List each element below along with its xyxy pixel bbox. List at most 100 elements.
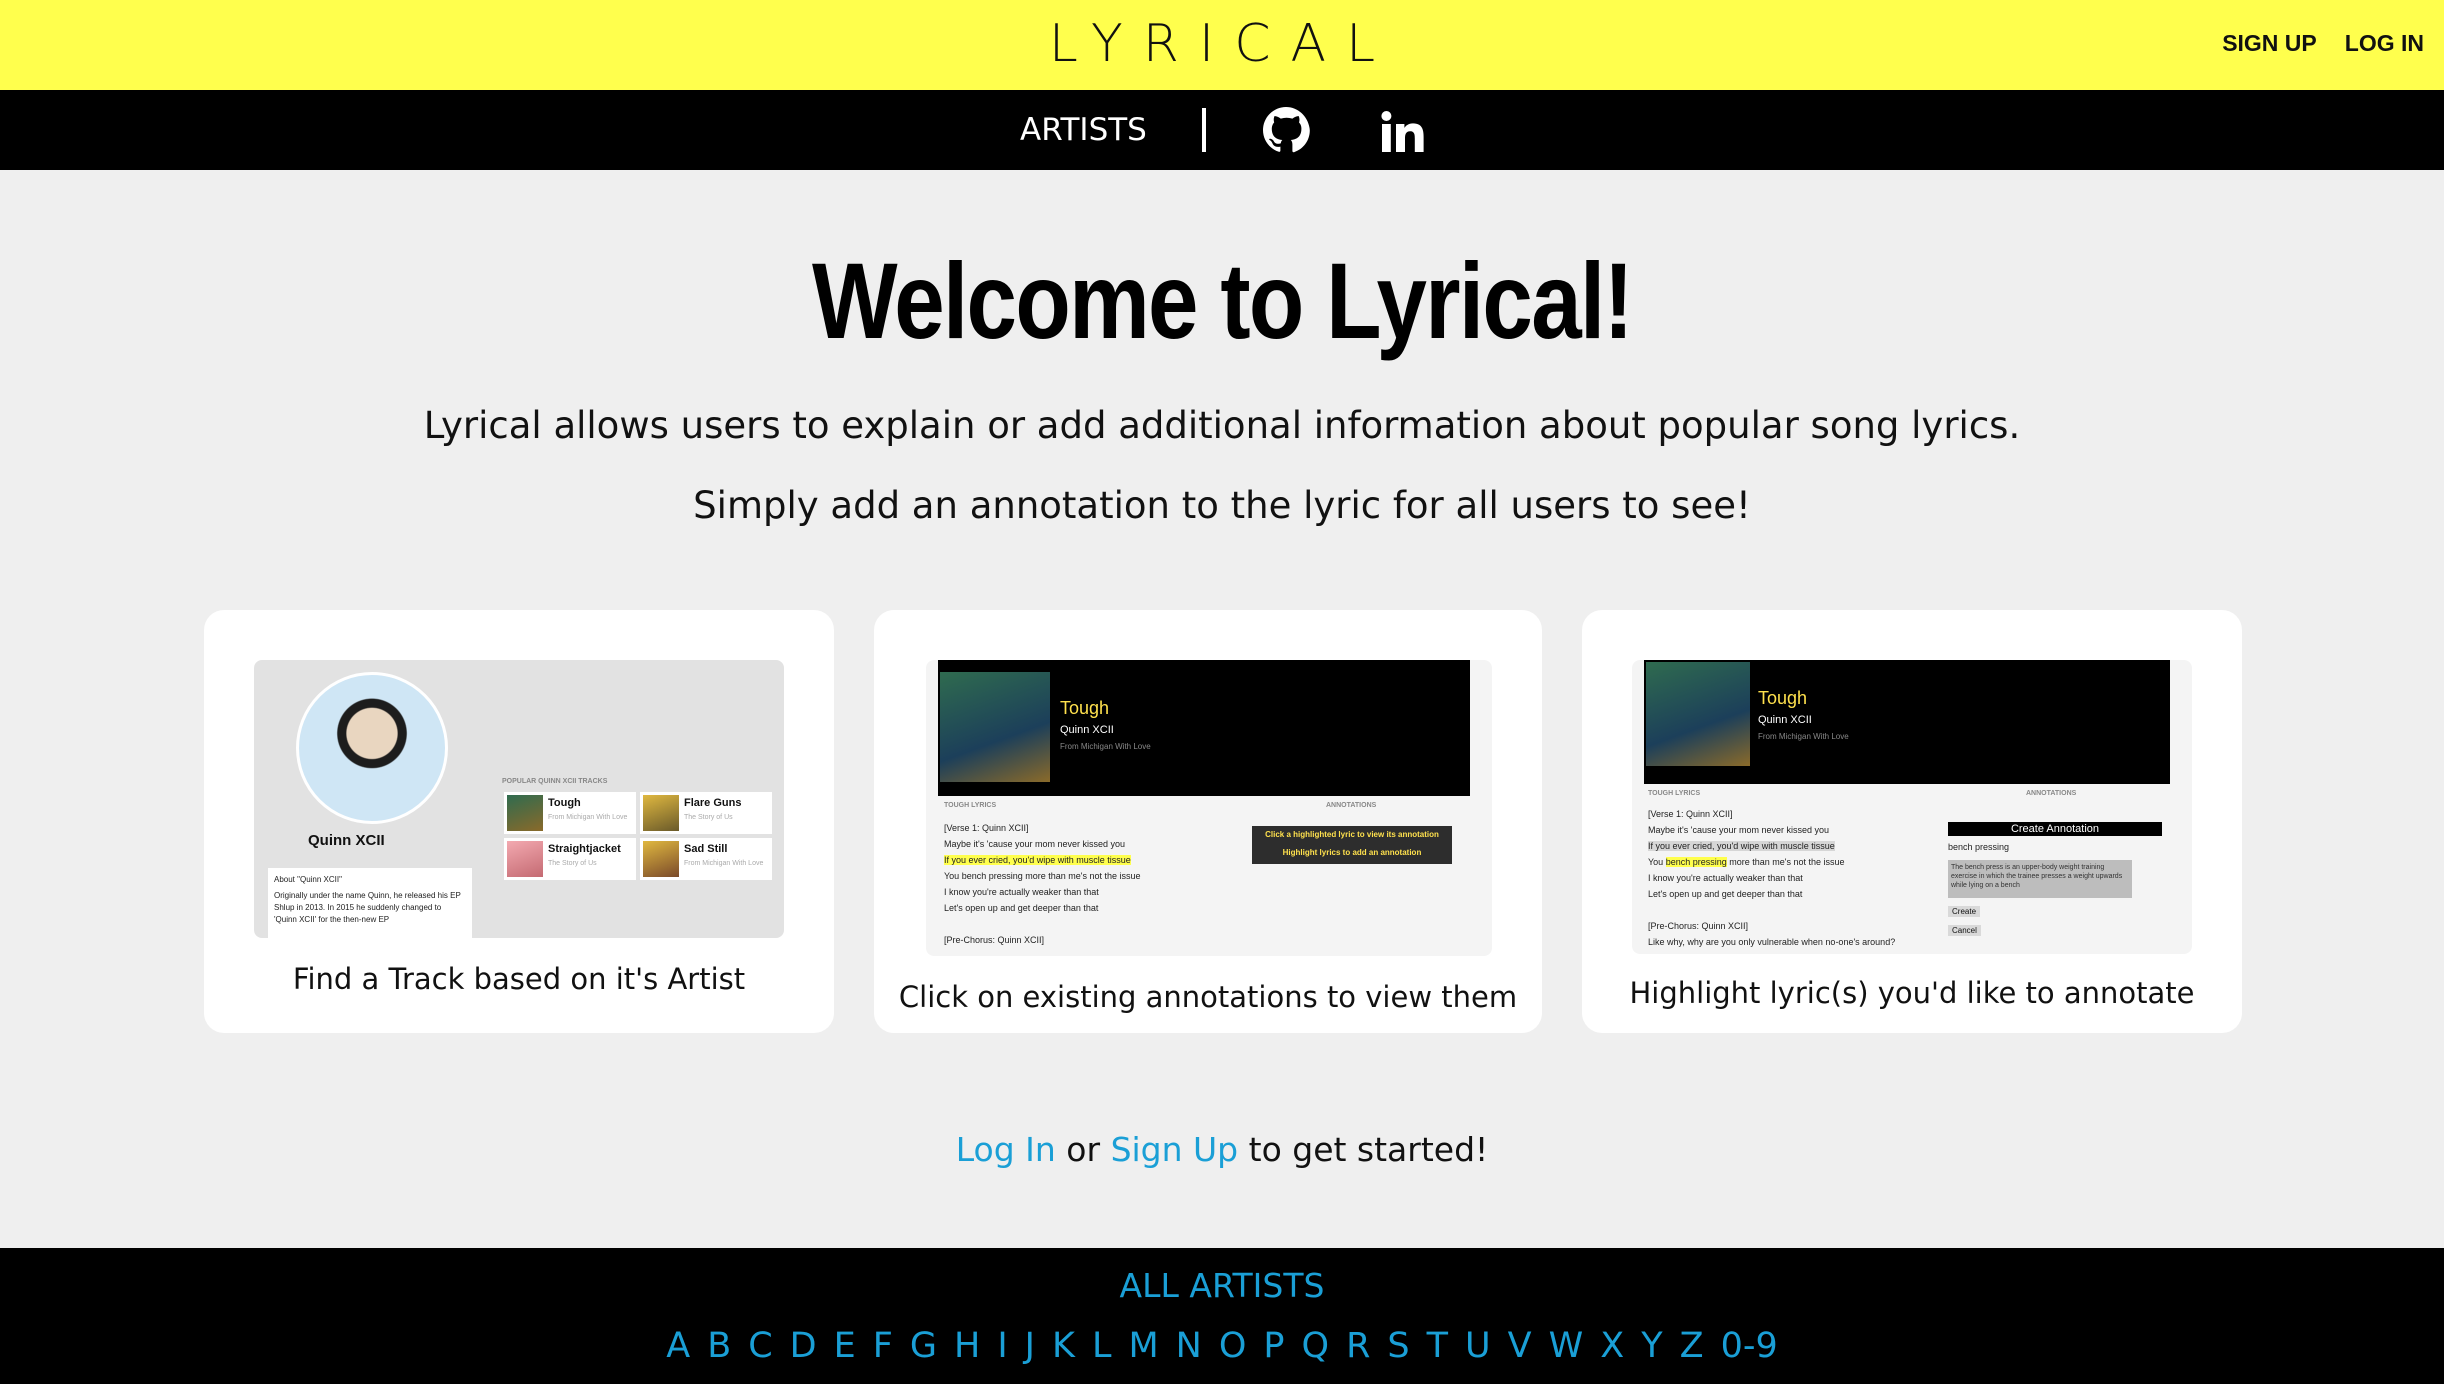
lyric-line: Maybe it's 'cause your mom never kissed … xyxy=(944,839,1126,849)
popular-tracks-label: POPULAR QUINN XCII TRACKS xyxy=(502,778,608,785)
lyric-line: [Verse 1: Quinn XCII] xyxy=(1648,809,1733,819)
letter-link-p[interactable]: P xyxy=(1263,1326,1284,1366)
letter-link-r[interactable]: R xyxy=(1346,1326,1370,1366)
lyric-line: Let's open up and get deeper than that xyxy=(1648,889,1803,899)
cancel-button[interactable]: Cancel xyxy=(1948,925,1981,936)
letter-link-d[interactable]: D xyxy=(790,1326,817,1366)
track-tile: Sad Still From Michigan With Love xyxy=(640,838,772,880)
annotation-hint-box: Click a highlighted lyric to view its an… xyxy=(1252,826,1452,864)
artist-avatar xyxy=(296,672,448,824)
all-artists-link[interactable]: ALL ARTISTS xyxy=(0,1266,2444,1305)
album-art xyxy=(507,841,543,877)
annotation-textarea[interactable]: The bench press is an upper-body weight … xyxy=(1948,860,2132,898)
feature-card-view-annotations: Tough Quinn XCII From Michigan With Love… xyxy=(874,610,1542,1033)
track-name: Sad Still xyxy=(684,843,728,855)
letter-link-j[interactable]: J xyxy=(1025,1326,1035,1366)
track-name: Straightjacket xyxy=(548,843,621,855)
track-tile: Tough From Michigan With Love xyxy=(504,792,636,834)
letter-link-v[interactable]: V xyxy=(1508,1326,1532,1366)
letter-link-s[interactable]: S xyxy=(1387,1326,1409,1366)
letter-link-b[interactable]: B xyxy=(707,1326,731,1366)
lyric-text: You xyxy=(1648,857,1666,867)
annotation-hint: Highlight lyrics to add an annotation xyxy=(1282,848,1422,857)
letter-link-q[interactable]: Q xyxy=(1302,1326,1330,1366)
artist-letter-index: A B C D E F G H I J K L M N O P Q R S T U V W X Y Z 0-9 xyxy=(0,1326,2444,1366)
letter-link-k[interactable]: K xyxy=(1052,1326,1075,1366)
letter-link-o[interactable]: O xyxy=(1219,1326,1247,1366)
album-art xyxy=(507,795,543,831)
lyrics-label: TOUGH LYRICS xyxy=(944,802,997,809)
lyric-line: [Pre-Chorus: Quinn XCII] xyxy=(944,935,1045,945)
feature-card-find-track: Quinn XCII About "Quinn XCII" Originally… xyxy=(204,610,834,1033)
selected-lyric[interactable]: bench pressing xyxy=(1665,857,1727,867)
lyric-line: I know you're actually weaker than that xyxy=(944,887,1099,897)
selected-lyric-text: bench pressing xyxy=(1948,842,2010,852)
nav-divider xyxy=(1202,108,1206,152)
sign-up-cta-link[interactable]: Sign Up xyxy=(1111,1130,1239,1169)
annotation-hint: Click a highlighted lyric to view its an… xyxy=(1265,830,1439,839)
lyrics-label: TOUGH LYRICS xyxy=(1648,790,1701,797)
track-name: Flare Guns xyxy=(684,797,742,809)
lyric-line: Maybe it's 'cause your mom never kissed … xyxy=(1648,825,1830,835)
letter-link-h[interactable]: H xyxy=(954,1326,980,1366)
annotations-label: ANNOTATIONS xyxy=(1326,802,1377,809)
lyric-line: You bench pressing more than me's not th… xyxy=(944,871,1141,881)
letter-link-y[interactable]: Y xyxy=(1641,1326,1662,1366)
linkedin-icon[interactable] xyxy=(1378,108,1426,156)
letter-link-i[interactable]: I xyxy=(997,1326,1007,1366)
track-name: Tough xyxy=(548,797,581,809)
letter-link-g[interactable]: G xyxy=(910,1326,937,1366)
letter-link-0-9[interactable]: 0-9 xyxy=(1721,1326,1778,1366)
lyric-line: I know you're actually weaker than that xyxy=(1648,873,1803,883)
letter-link-t[interactable]: T xyxy=(1427,1326,1448,1366)
lyric-line: You bench pressing more than me's not th… xyxy=(1648,854,1895,870)
album-art xyxy=(643,795,679,831)
track-tile: Flare Guns The Story of Us xyxy=(640,792,772,834)
letter-link-n[interactable]: N xyxy=(1176,1326,1202,1366)
cta-rest: to get started! xyxy=(1238,1130,1489,1169)
lyric-line xyxy=(1648,902,1895,918)
create-button[interactable]: Create xyxy=(1948,906,1981,917)
highlighted-lyric[interactable]: If you ever cried, you'd wipe with muscl… xyxy=(944,855,1131,865)
card-caption: Find a Track based on it's Artist xyxy=(292,962,746,996)
song-page-screenshot: Tough Quinn XCII From Michigan With Love… xyxy=(926,660,1492,956)
lyrics-body: [Verse 1: Quinn XCII] Maybe it's 'cause … xyxy=(944,820,1141,948)
song-header: Tough Quinn XCII From Michigan With Love xyxy=(1644,660,2170,784)
top-header: LYRICAL SIGN UP LOG IN xyxy=(0,0,2444,90)
letter-link-l[interactable]: L xyxy=(1092,1326,1112,1366)
album-art xyxy=(643,841,679,877)
about-title: About "Quinn XCII" xyxy=(274,875,342,884)
letter-link-f[interactable]: F xyxy=(873,1326,893,1366)
song-header: Tough Quinn XCII From Michigan With Love xyxy=(938,660,1470,796)
lyric-line: Let's open up and get deeper than that xyxy=(944,903,1099,913)
annotations-label: ANNOTATIONS xyxy=(2026,790,2077,797)
letter-link-a[interactable]: A xyxy=(666,1326,690,1366)
log-in-cta-link[interactable]: Log In xyxy=(956,1130,1056,1169)
letter-link-x[interactable]: X xyxy=(1600,1326,1624,1366)
auth-links: SIGN UP LOG IN xyxy=(2222,30,2424,57)
sign-up-link[interactable]: SIGN UP xyxy=(2222,30,2317,57)
letter-link-z[interactable]: Z xyxy=(1680,1326,1704,1366)
site-logo[interactable]: LYRICAL xyxy=(0,14,2444,74)
github-icon[interactable] xyxy=(1262,106,1310,154)
create-annotation-form: Create Annotation bench pressing The ben… xyxy=(1948,822,2162,938)
log-in-link[interactable]: LOG IN xyxy=(2345,30,2424,57)
artist-name: Quinn XCII xyxy=(308,832,385,849)
song-album: From Michigan With Love xyxy=(1758,732,1849,741)
letter-link-m[interactable]: M xyxy=(1128,1326,1158,1366)
footer: ALL ARTISTS A B C D E F G H I J K L M N O P Q R S T U V W X Y Z 0-… xyxy=(0,1248,2444,1384)
nav-artists-link[interactable]: ARTISTS xyxy=(1020,112,1147,148)
track-album: From Michigan With Love xyxy=(548,814,628,821)
letter-link-c[interactable]: C xyxy=(748,1326,772,1366)
about-text: Originally under the name Quinn, he rele… xyxy=(274,891,461,924)
album-art xyxy=(940,672,1050,782)
lyrics-body: [Verse 1: Quinn XCII] Maybe it's 'cause … xyxy=(1648,806,1895,950)
annotated-lyric[interactable]: If you ever cried, you'd wipe with muscl… xyxy=(1648,841,1835,851)
card-caption: Click on existing annotations to view th… xyxy=(898,980,1518,1014)
track-album: The Story of Us xyxy=(684,814,733,821)
lyric-line: [Pre-Chorus: Quinn XCII] xyxy=(1648,921,1749,931)
letter-link-e[interactable]: E xyxy=(834,1326,856,1366)
letter-link-u[interactable]: U xyxy=(1465,1326,1491,1366)
letter-link-w[interactable]: W xyxy=(1549,1326,1584,1366)
album-art xyxy=(1646,662,1750,766)
